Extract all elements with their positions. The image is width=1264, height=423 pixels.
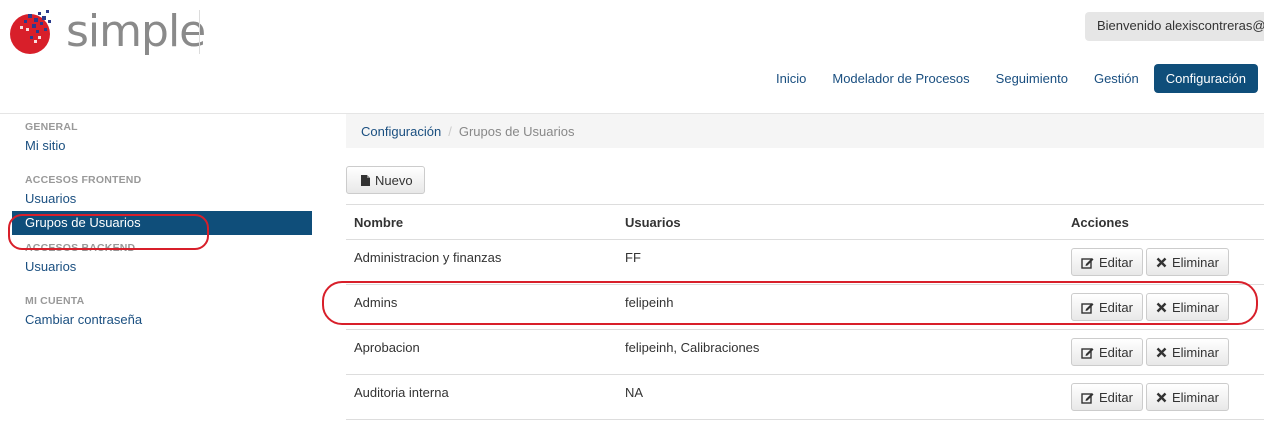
edit-button[interactable]: Editar — [1071, 293, 1143, 321]
row-actions: Editar Eliminar — [1071, 248, 1232, 276]
sidebar-heading-accesos-frontend: ACCESOS FRONTEND — [25, 174, 142, 186]
edit-button[interactable]: Editar — [1071, 383, 1143, 411]
table-row: Admins felipeinh Editar Eliminar — [346, 284, 1264, 329]
sidebar: GENERAL Mi sitio ACCESOS FRONTEND Usuari… — [12, 114, 312, 332]
delete-button[interactable]: Eliminar — [1145, 293, 1229, 321]
row-actions: Editar Eliminar — [1071, 383, 1232, 411]
edit-icon — [1081, 302, 1094, 314]
sidebar-item-usuarios-backend[interactable]: Usuarios — [12, 255, 312, 279]
delete-button-label: Eliminar — [1171, 389, 1219, 405]
nav-configuracion[interactable]: Configuración — [1153, 64, 1258, 93]
sidebar-item-cambiar-contrasena[interactable]: Cambiar contraseña — [12, 308, 312, 332]
table-row: Aprobacion felipeinh, Calibraciones Edit… — [346, 329, 1264, 374]
table-header: Nombre Usuarios Acciones — [346, 204, 1264, 239]
row-actions: Editar Eliminar — [1071, 338, 1232, 366]
remove-icon — [1156, 347, 1167, 357]
edit-button-label: Editar — [1099, 254, 1133, 270]
breadcrumb-current: Grupos de Usuarios — [458, 124, 575, 139]
logo-divider — [199, 10, 200, 54]
edit-button-label: Editar — [1099, 344, 1133, 360]
remove-icon — [1156, 302, 1167, 312]
file-icon — [361, 174, 370, 186]
delete-button[interactable]: Eliminar — [1145, 338, 1229, 366]
row-users: FF — [625, 250, 641, 265]
sidebar-heading-accesos-backend: ACCESOS BACKEND — [25, 242, 136, 254]
sidebar-heading-mi-cuenta: MI CUENTA — [25, 295, 85, 307]
edit-button[interactable]: Editar — [1071, 338, 1143, 366]
sidebar-item-usuarios-frontend[interactable]: Usuarios — [12, 187, 312, 211]
nav-modelador-procesos[interactable]: Modelador de Procesos — [819, 64, 982, 93]
row-actions: Editar Eliminar — [1071, 293, 1232, 321]
column-header-nombre: Nombre — [354, 215, 404, 230]
delete-button-label: Eliminar — [1171, 254, 1219, 270]
row-users: NA — [625, 385, 644, 400]
sidebar-heading-general: GENERAL — [25, 121, 78, 133]
remove-icon — [1156, 257, 1167, 267]
new-group-button[interactable]: Nuevo — [346, 166, 425, 194]
row-users: felipeinh, Calibraciones — [625, 340, 760, 355]
column-header-acciones: Acciones — [1071, 215, 1129, 230]
new-group-button-label: Nuevo — [375, 172, 413, 188]
breadcrumb: Configuración / Grupos de Usuarios — [346, 114, 1264, 148]
delete-button[interactable]: Eliminar — [1145, 248, 1229, 276]
edit-icon — [1081, 347, 1094, 359]
groups-table: Nombre Usuarios Acciones Administracion … — [346, 204, 1264, 420]
breadcrumb-link-configuracion[interactable]: Configuración — [361, 124, 441, 139]
breadcrumb-separator: / — [448, 124, 452, 139]
nav-gestion[interactable]: Gestión — [1081, 64, 1152, 93]
logo[interactable]: simple — [8, 6, 206, 58]
logo-mark-icon — [10, 10, 51, 54]
top-nav: Inicio Modelador de Procesos Seguimiento… — [763, 64, 1258, 93]
nav-seguimiento[interactable]: Seguimiento — [983, 64, 1081, 93]
edit-button-label: Editar — [1099, 389, 1133, 405]
edit-icon — [1081, 257, 1094, 269]
edit-icon — [1081, 392, 1094, 404]
row-name: Auditoria interna — [354, 385, 449, 400]
sidebar-item-mi-sitio[interactable]: Mi sitio — [12, 134, 312, 158]
row-users: felipeinh — [625, 295, 674, 310]
column-header-usuarios: Usuarios — [625, 215, 681, 230]
remove-icon — [1156, 392, 1167, 402]
edit-button-label: Editar — [1099, 299, 1133, 315]
row-name: Admins — [354, 295, 398, 310]
row-name: Administracion y finanzas — [354, 250, 502, 265]
welcome-user-menu[interactable]: Bienvenido alexiscontreras@ — [1085, 12, 1264, 41]
delete-button-label: Eliminar — [1171, 344, 1219, 360]
row-name: Aprobacion — [354, 340, 420, 355]
table-bottom-border — [346, 419, 1264, 420]
table-row: Administracion y finanzas FF Editar Elim… — [346, 239, 1264, 284]
edit-button[interactable]: Editar — [1071, 248, 1143, 276]
sidebar-item-grupos-de-usuarios[interactable]: Grupos de Usuarios — [12, 211, 312, 235]
table-row: Auditoria interna NA Editar Eliminar — [346, 374, 1264, 419]
delete-button-label: Eliminar — [1171, 299, 1219, 315]
delete-button[interactable]: Eliminar — [1145, 383, 1229, 411]
logo-text: simple — [66, 6, 206, 57]
nav-inicio[interactable]: Inicio — [763, 64, 819, 93]
